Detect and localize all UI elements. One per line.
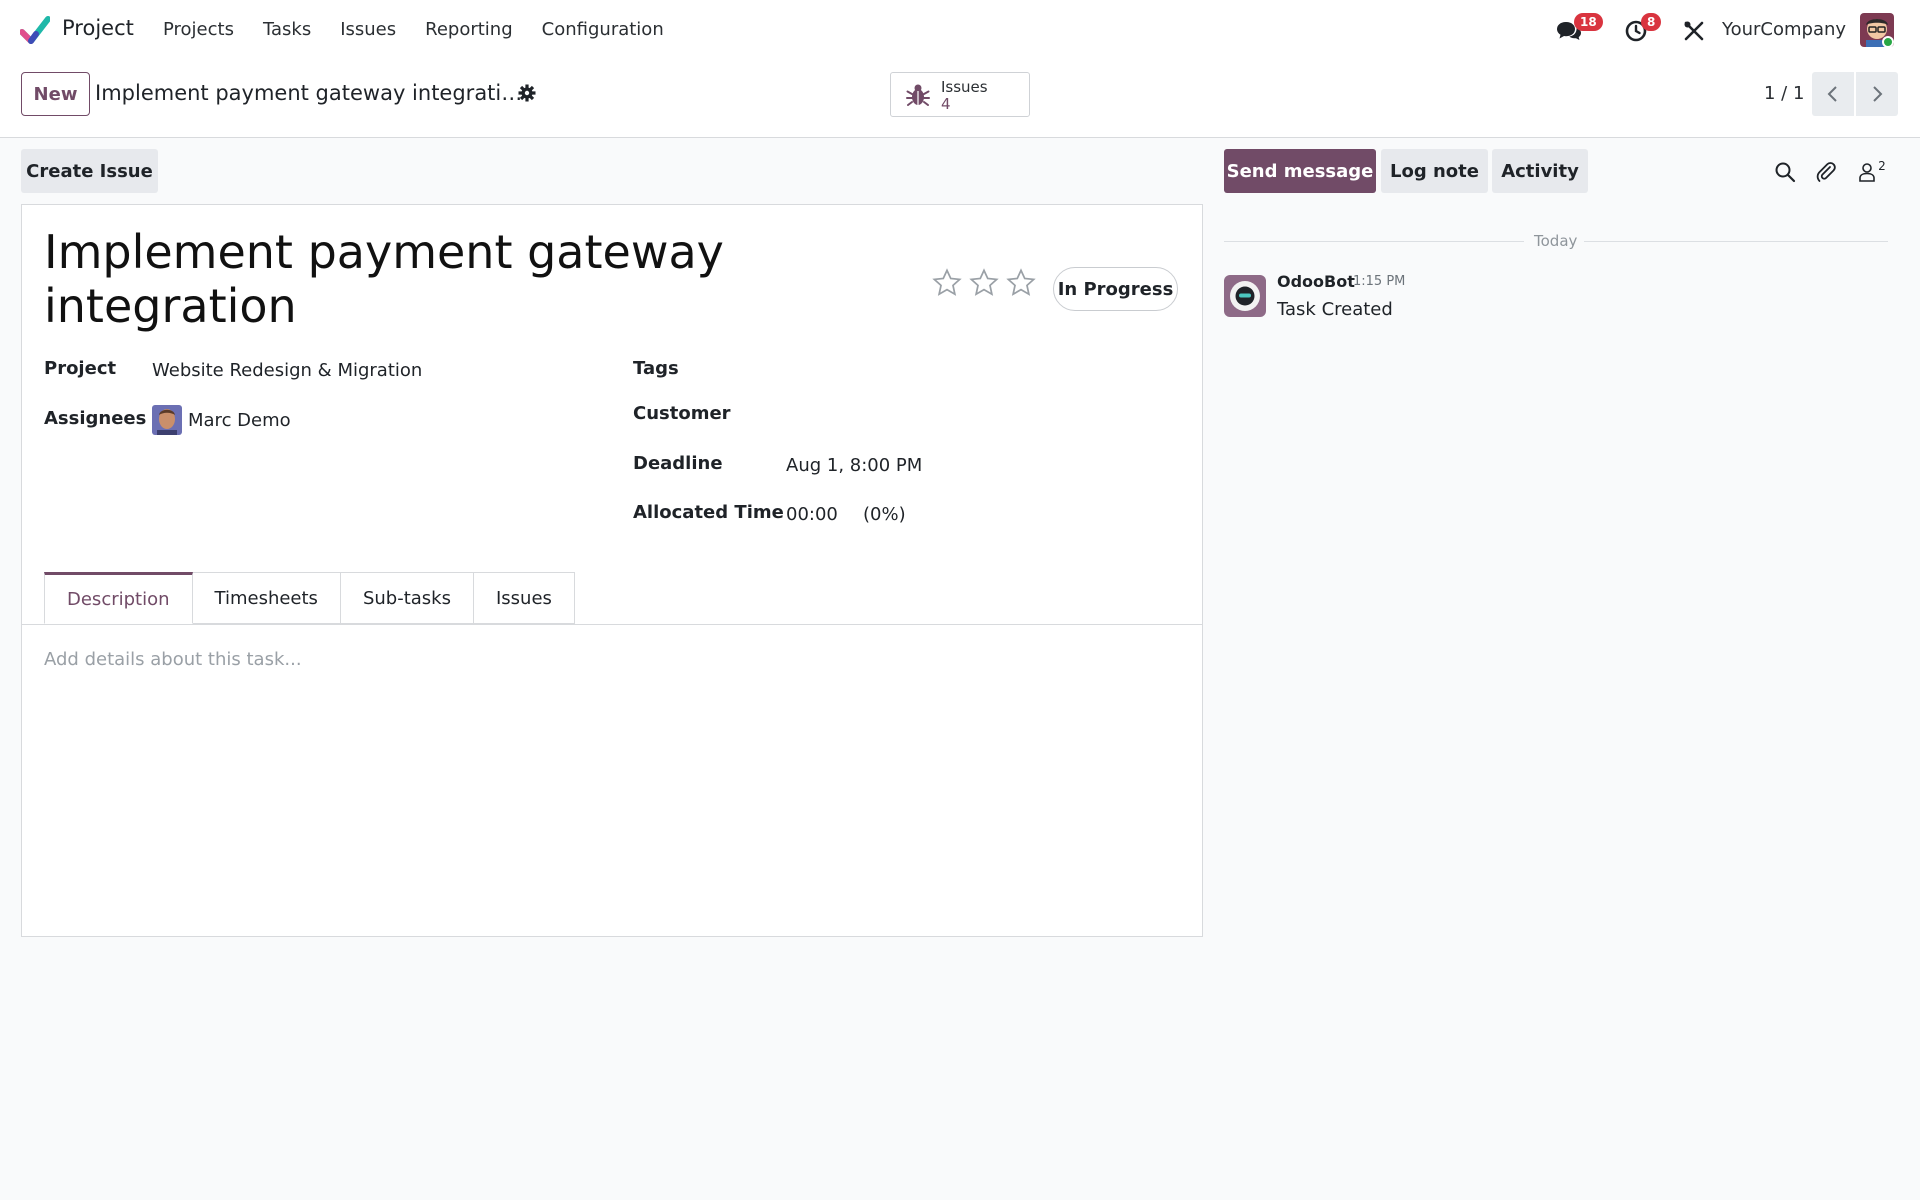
message-timestamp: 1:15 PM	[1353, 274, 1406, 289]
log-note-button[interactable]: Log note	[1381, 149, 1488, 193]
tab-description[interactable]: Description	[44, 572, 193, 624]
tags-field[interactable]	[786, 355, 1186, 383]
task-name-line-1: Implement payment gateway	[44, 225, 724, 279]
project-label: Project	[44, 358, 117, 379]
deadline-field[interactable]: Aug 1, 8:00 PM	[786, 455, 922, 476]
user-icon	[1859, 163, 1875, 182]
company-switcher[interactable]: YourCompany	[1722, 19, 1846, 40]
menu-item-issues[interactable]: Issues	[340, 19, 396, 40]
customer-field[interactable]	[786, 400, 1186, 428]
pager-previous-button[interactable]	[1812, 72, 1854, 116]
messages-button[interactable]: 18	[1554, 13, 1603, 46]
assignee-avatar	[152, 405, 182, 435]
search-icon	[1775, 162, 1796, 183]
tabs-baseline	[22, 624, 1202, 625]
tab-issues[interactable]: Issues	[473, 572, 575, 624]
allocated-time-label: Allocated Time	[633, 502, 784, 523]
star-icon[interactable]	[931, 267, 963, 299]
project-app-logo-icon[interactable]	[20, 16, 50, 44]
deadline-label: Deadline	[633, 453, 723, 474]
priority-widget	[931, 267, 1037, 299]
breadcrumb-record-title: Implement payment gateway integrati…	[95, 81, 523, 105]
task-name-field[interactable]: Implement payment gateway integration	[44, 225, 744, 333]
activity-button[interactable]: Activity	[1492, 149, 1588, 193]
new-button[interactable]: New	[21, 72, 90, 116]
followers-button[interactable]: 2	[1854, 158, 1890, 186]
app-name[interactable]: Project	[62, 16, 134, 40]
tags-label: Tags	[633, 358, 679, 379]
project-field[interactable]: Website Redesign & Migration	[152, 360, 422, 381]
message-body: Task Created	[1277, 299, 1393, 320]
tab-sub-tasks[interactable]: Sub-tasks	[340, 572, 474, 624]
date-separator-line-right	[1584, 241, 1888, 242]
task-name-line-2: integration	[44, 279, 297, 333]
send-message-button[interactable]: Send message	[1224, 149, 1376, 193]
create-issue-button[interactable]: Create Issue	[21, 149, 158, 193]
paperclip-icon	[1816, 162, 1836, 182]
assignee-avatar-image	[152, 405, 182, 435]
star-icon[interactable]	[968, 267, 1000, 299]
date-separator-label: Today	[1534, 232, 1578, 250]
assignee-field[interactable]: Marc Demo	[188, 410, 291, 431]
chevron-left-icon	[1827, 86, 1837, 102]
pager-value[interactable]: 1 / 1	[1764, 83, 1804, 104]
issues-smart-button[interactable]: Issues 4	[890, 72, 1030, 117]
menu-item-projects[interactable]: Projects	[163, 19, 234, 40]
assignees-label: Assignees	[44, 408, 147, 429]
date-separator-line-left	[1224, 241, 1524, 242]
chatter-search-button[interactable]	[1771, 158, 1799, 186]
allocated-time-percent: (0%)	[863, 504, 906, 525]
bug-icon	[906, 84, 930, 106]
online-status-dot	[1882, 36, 1894, 48]
chevron-right-icon	[1873, 86, 1883, 102]
attachments-button[interactable]	[1812, 158, 1840, 186]
description-editor[interactable]: Add details about this task...	[44, 649, 302, 670]
messages-count-badge: 18	[1574, 13, 1603, 31]
customer-label: Customer	[633, 403, 731, 424]
main-menu: Projects Tasks Issues Reporting Configur…	[163, 19, 693, 40]
debug-tools-button[interactable]	[1679, 16, 1709, 46]
star-icon[interactable]	[1005, 267, 1037, 299]
odoobot-avatar[interactable]	[1224, 275, 1266, 317]
control-panel: New Implement payment gateway integrati…	[0, 61, 1920, 138]
task-form-sheet: Implement payment gateway integration In…	[21, 204, 1203, 937]
activities-button[interactable]: 8	[1621, 13, 1662, 46]
activities-count-badge: 8	[1641, 13, 1662, 31]
task-status-button[interactable]: In Progress	[1053, 267, 1178, 311]
tab-timesheets[interactable]: Timesheets	[192, 572, 341, 624]
issues-smart-button-label: Issues	[941, 78, 988, 96]
pager-next-button[interactable]	[1856, 72, 1898, 116]
robot-icon	[1224, 275, 1266, 317]
menu-item-reporting[interactable]: Reporting	[425, 19, 513, 40]
issues-smart-button-count: 4	[941, 95, 951, 113]
message-author[interactable]: OdooBot	[1277, 272, 1355, 291]
notebook-tabs: Description Timesheets Sub-tasks Issues	[44, 572, 575, 624]
followers-count: 2	[1878, 159, 1886, 173]
menu-item-configuration[interactable]: Configuration	[542, 19, 664, 40]
menu-item-tasks[interactable]: Tasks	[263, 19, 311, 40]
gear-icon[interactable]	[517, 83, 537, 103]
top-navbar: Project Projects Tasks Issues Reporting …	[0, 0, 1920, 61]
tools-icon	[1684, 21, 1704, 41]
allocated-time-field[interactable]: 00:00	[786, 504, 838, 525]
